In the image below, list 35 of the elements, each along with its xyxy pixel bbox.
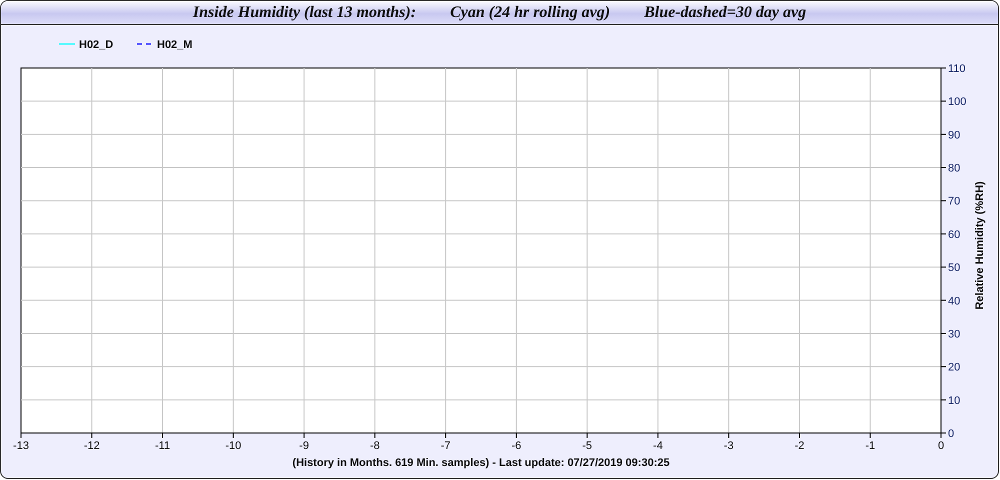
x-tick-label: 0 (938, 440, 944, 452)
y-tick-label: 60 (948, 228, 960, 241)
y-tick-label: 100 (948, 96, 966, 108)
x-tick-label: -9 (299, 440, 309, 452)
x-tick-label: -2 (794, 440, 804, 452)
y-tick-label: 10 (948, 394, 960, 407)
y-tick-label: 40 (948, 295, 960, 308)
legend-item: H02_D (59, 39, 114, 51)
legend-item: H02_M (137, 39, 192, 51)
y-tick-label: 90 (948, 129, 960, 142)
x-tick-label: -13 (13, 440, 29, 452)
y-tick-label: 50 (948, 262, 960, 274)
x-tick-label: -5 (582, 440, 592, 452)
x-tick-label: -12 (84, 440, 100, 452)
y-tick-label: 70 (948, 196, 960, 208)
x-tick-label: -8 (370, 440, 380, 452)
y-axis-label: Relative Humidity (%RH) (974, 181, 986, 310)
chart-title: Blue-dashed=30 day avg (644, 4, 806, 22)
chart-title: Inside Humidity (last 13 months): (192, 4, 416, 22)
chart-title: Cyan (24 hr rolling avg) (450, 4, 610, 22)
x-tick-label: -6 (512, 440, 522, 452)
y-tick-label: 80 (948, 162, 960, 175)
x-tick-label: -11 (155, 440, 170, 452)
y-tick-label: 30 (948, 328, 960, 340)
x-axis-label: (History in Months. 619 Min. samples) - Last update: 07/27/2019 09:30:25 (292, 457, 670, 469)
y-tick-label: 110 (948, 63, 966, 75)
y-tick-label: 0 (948, 428, 954, 440)
x-tick-label: -3 (724, 440, 734, 452)
legend-label: H02_M (157, 39, 192, 51)
x-tick-label: -10 (225, 440, 242, 452)
x-tick-label: -7 (440, 440, 450, 452)
x-tick-label: -1 (865, 440, 876, 452)
legend-label: H02_D (79, 39, 114, 51)
y-tick-label: 20 (948, 362, 960, 374)
x-tick-label: -4 (653, 440, 663, 452)
